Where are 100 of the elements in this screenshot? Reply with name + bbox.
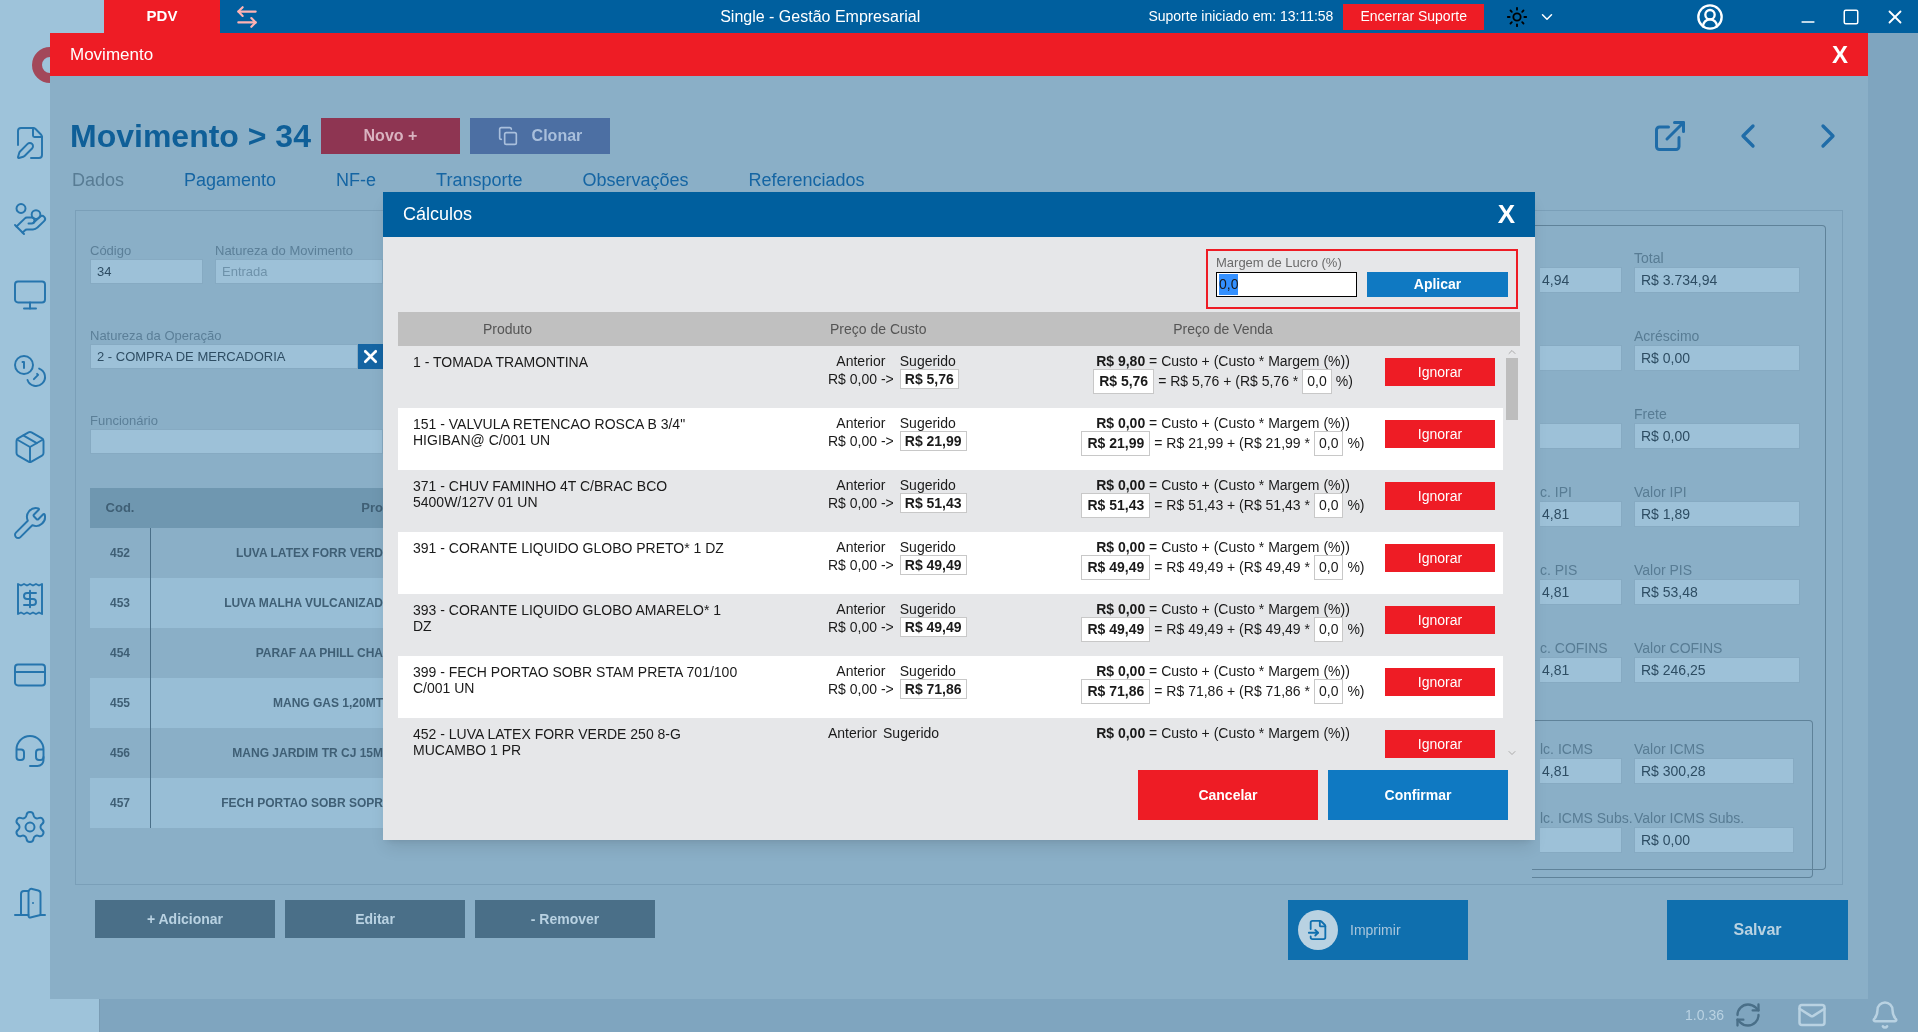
tab[interactable]: Referenciados bbox=[748, 166, 865, 194]
value-field[interactable]: 4,81 bbox=[1540, 501, 1622, 527]
coins-icon[interactable] bbox=[12, 353, 48, 389]
percent-text: %) bbox=[1347, 558, 1365, 577]
action-button[interactable]: + Adicionar bbox=[95, 900, 275, 938]
price-formula: R$ 0,00 = Custo + (Custo * Margem (%)) bbox=[1096, 601, 1350, 617]
margin-input[interactable]: 0,0 bbox=[1313, 493, 1344, 518]
bell-icon[interactable] bbox=[1870, 1000, 1900, 1030]
value-field[interactable]: R$ 0,00 bbox=[1634, 423, 1800, 449]
previous-label: Anterior bbox=[835, 663, 887, 679]
price-formula: R$ 0,00 = Custo + (Custo * Margem (%)) bbox=[1096, 539, 1350, 555]
value-field[interactable]: R$ 0,00 bbox=[1634, 827, 1794, 853]
product-name: 393 - CORANTE LIQUIDO GLOBO AMARELO* 1 DZ bbox=[413, 602, 723, 634]
table-cell-text: LUVA MALHA VULCANIZAD bbox=[223, 595, 383, 612]
margin-input[interactable]: 0,0 bbox=[1313, 617, 1344, 642]
value-field[interactable]: 4,94 bbox=[1540, 267, 1622, 293]
sale-price: R$ 49,49 bbox=[1081, 555, 1151, 580]
sale-price: R$ 21,99 bbox=[1081, 431, 1151, 456]
suggested-cost: R$ 71,86 bbox=[899, 679, 967, 699]
close-button[interactable]: X bbox=[1832, 36, 1848, 73]
margin-input[interactable]: 0,0 bbox=[1313, 679, 1344, 704]
value-field[interactable]: R$ 53,48 bbox=[1634, 579, 1800, 605]
ignore-button[interactable]: Ignorar bbox=[1385, 606, 1495, 634]
new-button[interactable]: Novo + bbox=[320, 118, 460, 154]
door-icon[interactable] bbox=[12, 885, 48, 921]
margin-field[interactable]: 0,0 bbox=[1216, 272, 1357, 297]
operation-field[interactable]: 2 - COMPRA DE MERCADORIA bbox=[90, 344, 358, 369]
percent-text: %) bbox=[1347, 682, 1365, 701]
wrench-icon[interactable] bbox=[12, 505, 48, 541]
previous-label: Anterior bbox=[835, 477, 887, 493]
value-field[interactable] bbox=[1540, 827, 1622, 853]
suggested-label: Sugerido bbox=[883, 725, 940, 741]
percent-text: %) bbox=[1347, 434, 1365, 453]
tab[interactable]: Pagamento bbox=[184, 166, 277, 194]
apply-button[interactable]: Aplicar bbox=[1367, 272, 1508, 297]
value-field[interactable] bbox=[1540, 345, 1622, 371]
ignore-button[interactable]: Ignorar bbox=[1385, 730, 1495, 758]
clear-icon[interactable] bbox=[358, 344, 383, 369]
margin-input[interactable]: 0,0 bbox=[1302, 369, 1332, 394]
external-link-icon[interactable] bbox=[1652, 118, 1688, 154]
tab[interactable]: Transporte bbox=[436, 166, 523, 194]
module-tab[interactable]: PDV bbox=[104, 0, 220, 33]
ignore-button[interactable]: Ignorar bbox=[1385, 358, 1495, 386]
employee-field[interactable] bbox=[90, 429, 383, 454]
ignore-button[interactable]: Ignorar bbox=[1385, 668, 1495, 696]
app-title: Single - Gestão Empresarial bbox=[720, 6, 921, 27]
product-name: 452 - LUVA LATEX FORR VERDE 250 8-G MUCAMBO 1 PR bbox=[413, 726, 682, 758]
dialog-title: Cálculos bbox=[403, 203, 473, 226]
action-button[interactable]: Editar bbox=[285, 900, 465, 938]
ignore-button[interactable]: Ignorar bbox=[1385, 544, 1495, 572]
tab[interactable]: Observações bbox=[582, 166, 689, 194]
value-field[interactable]: R$ 3.734,94 bbox=[1634, 267, 1800, 293]
value-field[interactable]: R$ 0,00 bbox=[1634, 345, 1800, 371]
value-field[interactable]: R$ 300,28 bbox=[1634, 758, 1794, 784]
price-formula: R$ 9,80 = Custo + (Custo * Margem (%)) bbox=[1096, 353, 1350, 369]
sale-price: R$ 71,86 bbox=[1081, 679, 1151, 704]
maximize-icon[interactable] bbox=[1842, 7, 1860, 26]
table-cell-text: MANG GAS 1,20MT bbox=[272, 695, 383, 712]
money-hand-icon[interactable] bbox=[12, 201, 48, 237]
margin-input[interactable]: 0,0 bbox=[1313, 431, 1344, 456]
value-field[interactable]: R$ 246,25 bbox=[1634, 657, 1800, 683]
action-button[interactable]: - Remover bbox=[475, 900, 655, 938]
column-header: Cod. bbox=[104, 499, 136, 518]
sale-price: R$ 49,49 bbox=[1081, 617, 1151, 642]
clone-button[interactable]: Clonar bbox=[469, 118, 610, 154]
code-field[interactable]: 34 bbox=[90, 259, 203, 284]
suggested-cost: R$ 51,43 bbox=[899, 493, 967, 513]
value-field[interactable] bbox=[1540, 423, 1622, 449]
suggested-cost: R$ 21,99 bbox=[899, 431, 967, 451]
suggested-label: Sugerido bbox=[899, 539, 957, 555]
percent-text: %) bbox=[1347, 496, 1365, 515]
ignore-button[interactable]: Ignorar bbox=[1385, 482, 1495, 510]
tab[interactable]: NF-e bbox=[336, 166, 377, 194]
logo-icon bbox=[32, 47, 50, 83]
confirm-button[interactable]: Confirmar bbox=[1328, 770, 1508, 820]
product-name: 391 - CORANTE LIQUIDO GLOBO PRETO* 1 DZ bbox=[413, 540, 725, 556]
value-field[interactable]: 4,81 bbox=[1540, 579, 1622, 605]
ignore-button[interactable]: Ignorar bbox=[1385, 420, 1495, 448]
end-support-button[interactable]: Encerrar Suporte bbox=[1343, 3, 1484, 30]
table-cell-text: 456 bbox=[109, 745, 131, 762]
close-button[interactable]: X bbox=[1497, 195, 1515, 234]
page-heading: Movimento > 34 bbox=[70, 117, 311, 156]
previous-cost: R$ 0,00 -> bbox=[828, 495, 894, 511]
value-field[interactable]: 4,81 bbox=[1540, 758, 1622, 784]
scroll-thumb[interactable] bbox=[1505, 358, 1518, 420]
product-name: 1 - TOMADA TRAMONTINA bbox=[413, 354, 590, 370]
previous-cost: R$ 0,00 -> bbox=[828, 681, 894, 697]
table-cell-text: PARAF AA PHILL CHA bbox=[254, 645, 383, 662]
save-button[interactable]: Salvar bbox=[1667, 900, 1848, 960]
theme-icon[interactable] bbox=[1506, 5, 1528, 28]
table-cell-text: 454 bbox=[109, 645, 131, 662]
margin-input[interactable]: 0,0 bbox=[1313, 555, 1344, 580]
version-text: 1.0.36 bbox=[1685, 1005, 1724, 1025]
user-icon[interactable] bbox=[1696, 2, 1724, 31]
sync-icon[interactable] bbox=[1734, 1001, 1762, 1029]
print-button[interactable]: Imprimir bbox=[1288, 900, 1468, 960]
cancel-button[interactable]: Cancelar bbox=[1138, 770, 1318, 820]
value-field[interactable]: R$ 1,89 bbox=[1634, 501, 1800, 527]
suggested-label: Sugerido bbox=[899, 353, 957, 369]
value-field[interactable]: 4,81 bbox=[1540, 657, 1622, 683]
